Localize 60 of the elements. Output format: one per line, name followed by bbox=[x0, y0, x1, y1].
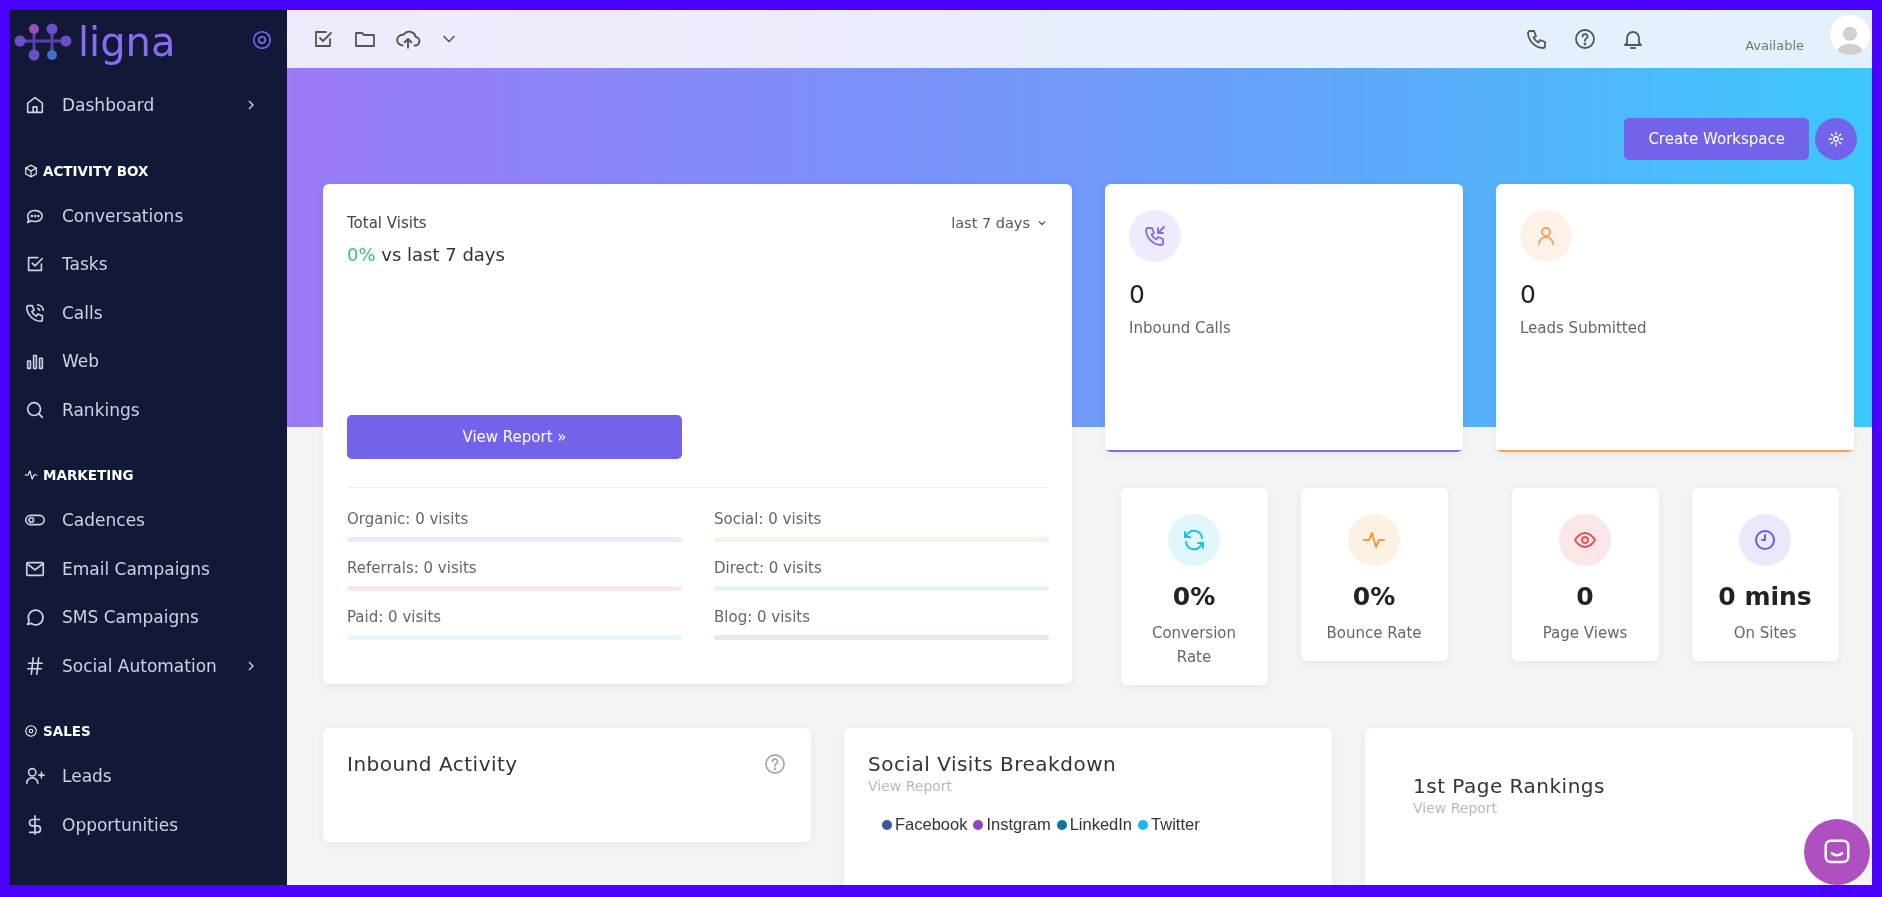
metric-label: Page Views bbox=[1542, 623, 1628, 644]
metric-label: Bounce Rate bbox=[1326, 623, 1422, 644]
nav-item[interactable]: Cadences bbox=[10, 496, 287, 545]
cube-icon bbox=[24, 163, 38, 178]
range-dropdown[interactable]: last 7 days bbox=[951, 214, 1048, 232]
source-label: Organic: 0 visits bbox=[347, 510, 470, 528]
metric-label: Conversion Rate bbox=[1150, 623, 1238, 668]
source-label: Blog: 0 visits bbox=[714, 608, 811, 626]
status-text: Available bbox=[1745, 37, 1804, 53]
view-report-button[interactable]: View Report » bbox=[347, 415, 682, 459]
card-title: 1st Page Rankings bbox=[1413, 774, 1606, 798]
legend-label: Instgram bbox=[986, 815, 1051, 834]
stat-value: 0 bbox=[1520, 280, 1537, 309]
metric-label: On Sites bbox=[1733, 623, 1797, 644]
crosshair-icon bbox=[24, 724, 38, 738]
metric-value: 0 bbox=[1576, 582, 1594, 611]
incoming-call-icon bbox=[1143, 224, 1167, 248]
nav-item[interactable]: Rankings bbox=[10, 385, 287, 434]
nav-item[interactable]: Leads bbox=[10, 752, 287, 801]
source-label: Social: 0 visits bbox=[714, 510, 823, 528]
section-heading: MARKETING bbox=[43, 467, 134, 483]
nav-item[interactable]: Social Automation bbox=[10, 641, 287, 690]
nav-item[interactable]: Email Campaigns bbox=[10, 544, 287, 593]
logo-drawing bbox=[14, 21, 72, 63]
metric-value: 0% bbox=[1352, 582, 1396, 611]
nav-item[interactable]: Conversations bbox=[10, 191, 287, 240]
stat-label: Leads Submitted bbox=[1520, 319, 1648, 337]
legend-label: LinkedIn bbox=[1069, 815, 1133, 834]
pulse-icon bbox=[24, 468, 38, 482]
help-icon bbox=[1573, 27, 1598, 51]
settings-icon bbox=[1827, 130, 1845, 148]
card-title: Total Visits bbox=[347, 214, 427, 232]
nav-item[interactable]: Dashboard bbox=[10, 81, 287, 130]
metric-value: 0 mins bbox=[1718, 582, 1812, 611]
section-heading: ACTIVITY BOX bbox=[43, 162, 149, 179]
speech-bubble-icon bbox=[24, 606, 46, 629]
create-workspace-button[interactable]: Create Workspace bbox=[1624, 118, 1809, 160]
source-label: Referrals: 0 visits bbox=[347, 559, 478, 577]
metric-value: 0% bbox=[1172, 582, 1216, 611]
section-heading: SALES bbox=[43, 723, 91, 739]
nav-item[interactable]: Opportunities bbox=[10, 800, 287, 849]
settings-button[interactable] bbox=[1815, 118, 1857, 160]
card-title: Inbound Activity bbox=[347, 752, 518, 776]
nav-item[interactable]: SMS Campaigns bbox=[10, 593, 287, 642]
hashtag-icon bbox=[24, 654, 46, 677]
card-title: Social Visits Breakdown bbox=[868, 752, 1118, 776]
legend-label: Twitter bbox=[1151, 815, 1200, 834]
target-icon bbox=[251, 29, 273, 51]
avatar[interactable] bbox=[1828, 13, 1872, 57]
change-text: 0% vs last 7 days bbox=[347, 244, 506, 265]
nav-item[interactable]: Web bbox=[10, 337, 287, 386]
source-label: Direct: 0 visits bbox=[714, 559, 823, 577]
stat-label: Inbound Calls bbox=[1129, 319, 1232, 337]
nav-item[interactable]: Calls bbox=[10, 288, 287, 337]
legend-label: Facebook bbox=[895, 815, 968, 834]
phone-icon bbox=[24, 301, 46, 324]
help-icon bbox=[763, 752, 787, 776]
nav-item[interactable]: Tasks bbox=[10, 240, 287, 289]
source-label: Paid: 0 visits bbox=[347, 608, 443, 626]
stat-value: 0 bbox=[1129, 280, 1146, 309]
